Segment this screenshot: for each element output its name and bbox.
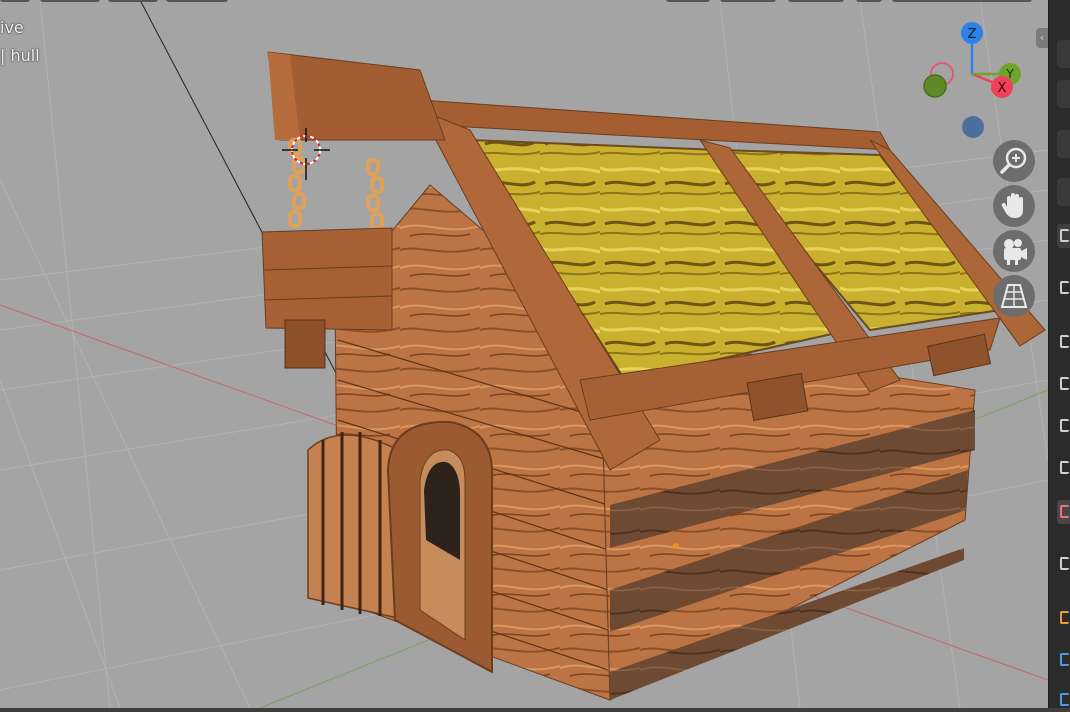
sidebar-toggle-icon[interactable]: ‹ xyxy=(1036,28,1048,48)
render-tab[interactable] xyxy=(1057,276,1070,300)
perspective-toggle-button[interactable] xyxy=(993,275,1035,317)
object-tab[interactable] xyxy=(1057,500,1070,524)
world-tab[interactable] xyxy=(1057,456,1070,480)
header-button[interactable] xyxy=(40,0,100,2)
world-icon xyxy=(1060,461,1069,474)
header-tab[interactable] xyxy=(1057,80,1070,108)
render-icon xyxy=(1060,281,1069,294)
z-axis-label: Z xyxy=(968,27,977,42)
header-button[interactable] xyxy=(0,0,30,2)
physics-icon xyxy=(1060,653,1069,666)
x-axis-label: X xyxy=(998,81,1007,96)
header-button[interactable] xyxy=(666,0,710,2)
header-button[interactable] xyxy=(856,0,882,2)
navigation-gizmo[interactable]: Y Z X xyxy=(910,16,1030,146)
tool-icon xyxy=(1060,229,1069,242)
3d-viewport[interactable]: ive | hull Y Z X ‹ xyxy=(0,0,1048,708)
header-button[interactable] xyxy=(108,0,158,2)
header-button[interactable] xyxy=(720,0,776,2)
camera-icon xyxy=(1004,239,1027,265)
physics-tab[interactable] xyxy=(1057,648,1070,672)
zoom-in-icon xyxy=(1000,147,1027,174)
view-layer-tab[interactable] xyxy=(1057,372,1070,396)
header-button[interactable] xyxy=(892,0,1032,2)
viewport-mode-label: ive xyxy=(0,18,24,37)
neg-y-axis-icon[interactable] xyxy=(923,74,947,98)
header-tab[interactable] xyxy=(1057,178,1070,206)
tool-tab[interactable] xyxy=(1057,224,1070,248)
constraints-tab[interactable] xyxy=(1057,688,1070,712)
scene-icon xyxy=(1060,419,1069,432)
object-icon xyxy=(1060,505,1069,518)
hand-pan-icon xyxy=(1001,193,1023,218)
modifier-icon xyxy=(1060,557,1069,570)
output-icon xyxy=(1060,335,1069,348)
constraints-icon xyxy=(1060,693,1069,706)
particles-tab[interactable] xyxy=(1057,606,1070,630)
header-tab[interactable] xyxy=(1057,40,1070,68)
object-origin-icon xyxy=(673,543,679,549)
perspective-grid-icon xyxy=(1000,284,1028,308)
particles-icon xyxy=(1060,611,1069,624)
neg-z-axis-icon[interactable] xyxy=(962,116,984,138)
properties-editor[interactable] xyxy=(1048,0,1070,708)
pan-button[interactable] xyxy=(993,185,1035,227)
output-tab[interactable] xyxy=(1057,330,1070,354)
scene-canvas[interactable] xyxy=(0,0,1048,708)
header-button[interactable] xyxy=(788,0,844,2)
scene-tab[interactable] xyxy=(1057,414,1070,438)
zoom-button[interactable] xyxy=(993,140,1035,182)
header-tab[interactable] xyxy=(1057,130,1070,158)
camera-button[interactable] xyxy=(993,230,1035,272)
header-button[interactable] xyxy=(166,0,228,2)
view-layer-icon xyxy=(1060,377,1069,390)
active-object-label: | hull xyxy=(0,46,40,65)
modifier-tab[interactable] xyxy=(1057,552,1070,576)
